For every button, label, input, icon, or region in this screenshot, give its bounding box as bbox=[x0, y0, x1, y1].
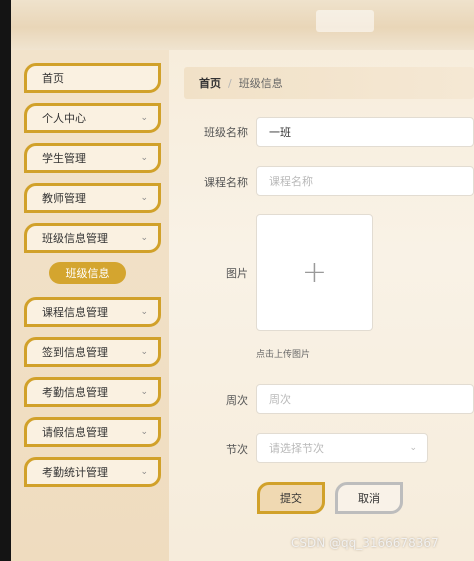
class-name-input[interactable]: 一班 bbox=[256, 117, 474, 147]
top-bar-highlight bbox=[316, 10, 374, 32]
chevron-down-icon: ⌄ bbox=[140, 347, 148, 357]
breadcrumb: 首页 / 班级信息 bbox=[184, 67, 474, 99]
sidebar-item-home[interactable]: 首页 bbox=[24, 63, 161, 93]
submit-button[interactable]: 提交 bbox=[257, 482, 325, 514]
cancel-button[interactable]: 取消 bbox=[335, 482, 403, 514]
sidebar-item-label: 教师管理 bbox=[42, 192, 86, 205]
breadcrumb-separator: / bbox=[228, 76, 232, 90]
sidebar-item-leave-info[interactable]: 请假信息管理 ⌄ bbox=[24, 417, 161, 447]
sidebar: 首页 个人中心 ⌄ 学生管理 ⌄ 教师管理 ⌄ 班级信息管理 ⌄ 班级信息 课程… bbox=[11, 50, 169, 561]
plus-icon: + bbox=[301, 254, 328, 290]
class-name-value: 一班 bbox=[269, 126, 291, 139]
course-name-label: 课程名称 bbox=[204, 176, 248, 189]
sidebar-item-label: 课程信息管理 bbox=[42, 306, 108, 319]
period-label: 节次 bbox=[226, 443, 248, 456]
window-edge bbox=[0, 0, 11, 561]
sidebar-item-attendance-stats[interactable]: 考勤统计管理 ⌄ bbox=[24, 457, 161, 487]
chevron-down-icon: ⌄ bbox=[140, 467, 148, 477]
top-bar bbox=[11, 0, 474, 50]
chevron-down-icon: ⌄ bbox=[140, 193, 148, 203]
sidebar-subitem-label: 班级信息 bbox=[65, 267, 110, 280]
sidebar-item-course-info[interactable]: 课程信息管理 ⌄ bbox=[24, 297, 161, 327]
sidebar-item-label: 考勤统计管理 bbox=[42, 466, 108, 479]
main-content: 首页 / 班级信息 班级名称 一班 课程名称 课程名称 图片 + 点击上传图片 … bbox=[169, 50, 474, 561]
sidebar-item-teachers[interactable]: 教师管理 ⌄ bbox=[24, 183, 161, 213]
chevron-down-icon: ⌄ bbox=[140, 233, 148, 243]
course-name-placeholder: 课程名称 bbox=[269, 175, 313, 188]
image-label: 图片 bbox=[226, 267, 248, 280]
breadcrumb-home[interactable]: 首页 bbox=[199, 75, 221, 91]
sidebar-item-personal-center[interactable]: 个人中心 ⌄ bbox=[24, 103, 161, 133]
sidebar-item-label: 首页 bbox=[42, 72, 64, 85]
chevron-down-icon: ⌄ bbox=[409, 443, 417, 453]
sidebar-item-label: 个人中心 bbox=[42, 112, 86, 125]
sidebar-item-label: 签到信息管理 bbox=[42, 346, 108, 359]
chevron-down-icon: ⌄ bbox=[140, 113, 148, 123]
class-name-label: 班级名称 bbox=[204, 126, 248, 139]
week-placeholder: 周次 bbox=[269, 393, 291, 406]
watermark: CSDN @qq_3166678367 bbox=[291, 536, 439, 550]
submit-button-label: 提交 bbox=[280, 492, 302, 505]
chevron-down-icon: ⌄ bbox=[140, 427, 148, 437]
sidebar-item-label: 考勤信息管理 bbox=[42, 386, 108, 399]
image-uploader[interactable]: + bbox=[256, 214, 373, 331]
period-placeholder: 请选择节次 bbox=[269, 442, 324, 455]
chevron-down-icon: ⌄ bbox=[140, 153, 148, 163]
cancel-button-label: 取消 bbox=[358, 492, 380, 505]
sidebar-item-signin-info[interactable]: 签到信息管理 ⌄ bbox=[24, 337, 161, 367]
sidebar-item-class-info[interactable]: 班级信息管理 ⌄ bbox=[24, 223, 161, 253]
sidebar-subitem-class-info[interactable]: 班级信息 bbox=[49, 262, 126, 284]
sidebar-item-label: 学生管理 bbox=[42, 152, 86, 165]
chevron-down-icon: ⌄ bbox=[140, 307, 148, 317]
period-select[interactable]: 请选择节次 ⌄ bbox=[256, 433, 428, 463]
upload-tip: 点击上传图片 bbox=[256, 350, 311, 360]
sidebar-item-students[interactable]: 学生管理 ⌄ bbox=[24, 143, 161, 173]
week-label: 周次 bbox=[226, 394, 248, 407]
sidebar-item-attendance-info[interactable]: 考勤信息管理 ⌄ bbox=[24, 377, 161, 407]
sidebar-item-label: 班级信息管理 bbox=[42, 232, 108, 245]
week-input[interactable]: 周次 bbox=[256, 384, 474, 414]
chevron-down-icon: ⌄ bbox=[140, 387, 148, 397]
breadcrumb-current: 班级信息 bbox=[238, 77, 283, 90]
course-name-input[interactable]: 课程名称 bbox=[256, 166, 474, 196]
sidebar-item-label: 请假信息管理 bbox=[42, 426, 108, 439]
